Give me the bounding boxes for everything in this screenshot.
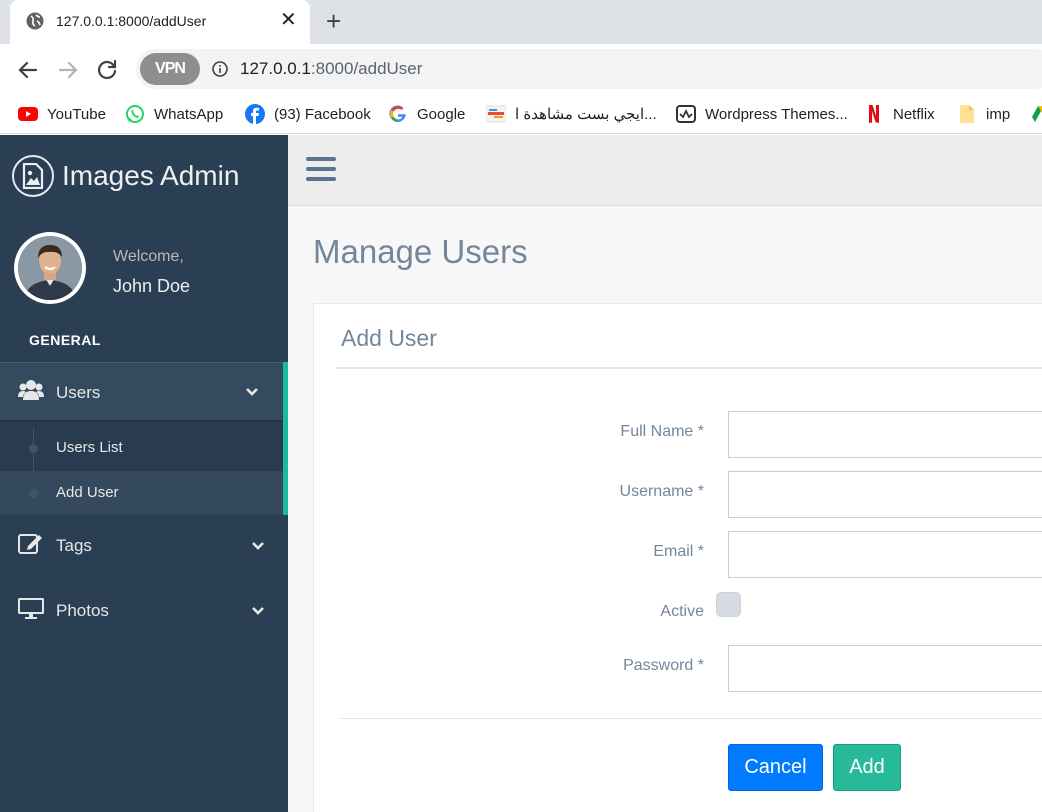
drive-icon[interactable] xyxy=(1031,104,1042,124)
add-button[interactable]: Add xyxy=(833,744,901,791)
browser-tab-strip: 127.0.0.1:8000/addUser ✕ + xyxy=(0,0,1042,44)
sidebar-item-tags[interactable]: Tags xyxy=(0,520,288,570)
username-label: Username * xyxy=(619,483,704,500)
chevron-down-icon xyxy=(252,542,264,550)
bookmark-whatsapp[interactable]: WhatsApp xyxy=(125,104,223,124)
users-icon xyxy=(18,380,44,400)
image-icon xyxy=(12,155,54,197)
bookmark-google[interactable]: Google xyxy=(388,104,465,124)
bookmark-label: (93) Facebook xyxy=(274,105,371,123)
bookmark-label: WhatsApp xyxy=(154,105,224,123)
sidebar-item-label: Users List xyxy=(56,439,123,456)
active-label: Active xyxy=(660,603,704,620)
user-name: John Doe xyxy=(113,276,191,296)
password-field[interactable] xyxy=(728,645,1042,692)
sidebar-item-label: Users xyxy=(56,383,101,402)
facebook-icon xyxy=(245,104,265,124)
users-submenu: Users List Add User xyxy=(0,421,283,515)
wordpress-themes-icon xyxy=(676,105,696,123)
browser-tab[interactable]: 127.0.0.1:8000/addUser ✕ xyxy=(10,0,310,44)
bookmark-egybest[interactable]: ايجي بست مشاهدة ا... xyxy=(486,104,657,124)
full-name-field[interactable] xyxy=(728,411,1042,458)
sidebar: Images Admin Welcome, John Doe GENERAL U… xyxy=(0,135,288,812)
bullet-icon xyxy=(29,444,38,453)
edit-icon xyxy=(18,534,42,554)
welcome-text: Welcome, xyxy=(113,248,184,265)
bookmarks-bar: YouTube WhatsApp (93) Facebook Google اي… xyxy=(0,94,1042,134)
password-label: Password * xyxy=(623,657,704,674)
sidebar-item-users-list[interactable]: Users List xyxy=(0,426,283,470)
url-host: 127.0.0.1 xyxy=(240,59,311,78)
top-nav xyxy=(288,135,1042,206)
sidebar-item-photos[interactable]: Photos xyxy=(0,585,288,635)
egybest-icon xyxy=(486,105,506,123)
active-checkbox[interactable] xyxy=(716,592,741,617)
bookmark-netflix[interactable]: Netflix xyxy=(864,104,935,124)
sidebar-item-label: Add User xyxy=(56,484,119,501)
google-icon xyxy=(389,105,406,123)
url-text[interactable]: 127.0.0.1:8000/addUser xyxy=(240,59,422,79)
close-tab-icon[interactable]: ✕ xyxy=(280,10,297,30)
reload-icon[interactable] xyxy=(93,56,121,84)
main-content: Manage Users Add User Full Name * Userna… xyxy=(288,206,1042,812)
add-user-panel: Add User Full Name * Username * Email * … xyxy=(313,303,1042,812)
bullet-icon xyxy=(29,489,38,498)
forward-arrow-icon[interactable] xyxy=(54,56,82,84)
netflix-icon xyxy=(869,105,879,123)
cancel-button[interactable]: Cancel xyxy=(728,744,823,791)
chevron-down-icon xyxy=(246,388,258,396)
bookmark-label: Google xyxy=(417,105,466,123)
bookmark-label: ايجي بست مشاهدة ا... xyxy=(515,106,657,123)
tab-title: 127.0.0.1:8000/addUser xyxy=(56,13,207,29)
bookmark-label: YouTube xyxy=(47,105,106,123)
chevron-down-icon xyxy=(252,607,264,615)
bookmark-label: Wordpress Themes... xyxy=(705,105,848,123)
page-title: Manage Users xyxy=(313,233,528,270)
desktop-icon xyxy=(18,598,44,619)
sidebar-item-add-user[interactable]: Add User xyxy=(0,471,283,515)
browser-toolbar: VPN 127.0.0.1:8000/addUser xyxy=(0,44,1042,94)
youtube-icon xyxy=(18,107,38,121)
site-info-icon[interactable] xyxy=(212,61,228,77)
folder-icon xyxy=(960,105,974,123)
new-tab-button[interactable]: + xyxy=(326,8,341,34)
vpn-button[interactable]: VPN xyxy=(140,53,200,85)
address-bar[interactable]: VPN 127.0.0.1:8000/addUser xyxy=(136,49,1042,89)
sidebar-item-label: Tags xyxy=(56,536,92,555)
menu-toggle-icon[interactable] xyxy=(306,157,336,183)
url-path: :8000/addUser xyxy=(310,59,423,78)
bookmark-label: imp xyxy=(986,105,1011,123)
brand-link[interactable]: Images Admin xyxy=(12,155,239,197)
back-arrow-icon[interactable] xyxy=(14,56,42,84)
bookmark-label: Netflix xyxy=(893,105,935,123)
globe-icon xyxy=(26,12,44,30)
bookmark-facebook[interactable]: (93) Facebook xyxy=(245,104,371,124)
username-field[interactable] xyxy=(728,471,1042,518)
email-label: Email * xyxy=(653,543,704,560)
menu-users-group: Users Users List Add User xyxy=(0,362,288,515)
full-name-label: Full Name * xyxy=(620,423,704,440)
bookmark-youtube[interactable]: YouTube xyxy=(18,104,106,124)
panel-title: Add User xyxy=(341,325,437,351)
avatar xyxy=(14,232,86,304)
sidebar-item-users[interactable]: Users xyxy=(0,362,283,421)
divider xyxy=(340,718,1042,719)
bookmark-imp[interactable]: imp xyxy=(957,104,1010,124)
whatsapp-icon xyxy=(126,105,144,123)
divider xyxy=(336,367,1042,369)
email-field[interactable] xyxy=(728,531,1042,578)
menu-section-title: GENERAL xyxy=(29,332,101,348)
bookmark-wordpress-themes[interactable]: Wordpress Themes... xyxy=(676,104,848,124)
brand-name: Images Admin xyxy=(62,160,240,191)
sidebar-item-label: Photos xyxy=(56,601,109,620)
